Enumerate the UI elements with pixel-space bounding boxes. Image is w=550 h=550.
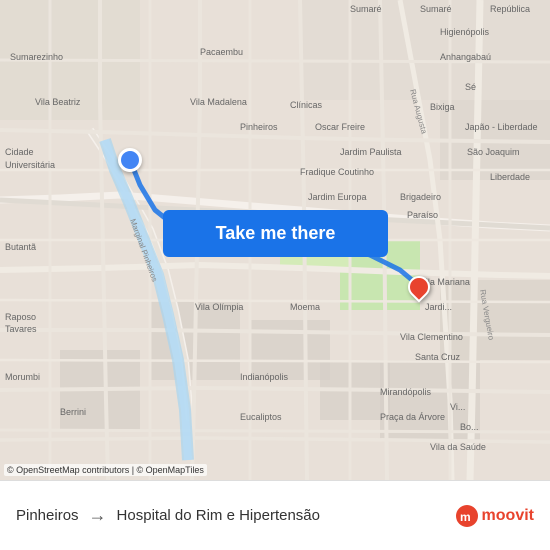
svg-text:Berrini: Berrini	[60, 407, 86, 417]
moovit-text: moovit	[482, 507, 534, 525]
svg-text:Butantã: Butantã	[5, 242, 36, 252]
svg-text:Higienópolis: Higienópolis	[440, 27, 490, 37]
svg-text:Praça da Árvore: Praça da Árvore	[380, 412, 445, 422]
svg-text:Brigadeiro: Brigadeiro	[400, 192, 441, 202]
svg-text:Vila Olímpia: Vila Olímpia	[195, 302, 243, 312]
svg-text:Bixiga: Bixiga	[430, 102, 455, 112]
svg-text:Pinheiros: Pinheiros	[240, 122, 278, 132]
map-attribution: © OpenStreetMap contributors | © OpenMap…	[4, 464, 207, 476]
svg-text:República: República	[490, 4, 530, 14]
svg-text:Raposo: Raposo	[5, 312, 36, 322]
svg-text:Jardim Europa: Jardim Europa	[308, 192, 367, 202]
bottom-bar: Pinheiros → Hospital do Rim e Hipertensã…	[0, 480, 550, 550]
map-container: Sumaré Sumaré Higienópolis República Sum…	[0, 0, 550, 480]
route-to-label: Hospital do Rim e Hipertensão	[117, 507, 456, 524]
route-arrow-icon: →	[89, 505, 107, 526]
take-me-there-button[interactable]: Take me there	[163, 210, 388, 257]
moovit-brand: m moovit	[456, 505, 534, 527]
svg-text:Anhangabaú: Anhangabaú	[440, 52, 491, 62]
svg-text:Mirandópolis: Mirandópolis	[380, 387, 432, 397]
svg-text:Vila Beatriz: Vila Beatriz	[35, 97, 81, 107]
svg-text:Liberdade: Liberdade	[490, 172, 530, 182]
svg-text:Eucaliptos: Eucaliptos	[240, 412, 282, 422]
svg-text:Jardim Paulista: Jardim Paulista	[340, 147, 402, 157]
svg-text:Vila Clementino: Vila Clementino	[400, 332, 463, 342]
svg-text:Japão - Liberdade: Japão - Liberdade	[465, 122, 538, 132]
svg-text:Oscar Freire: Oscar Freire	[315, 122, 365, 132]
destination-pin	[408, 276, 432, 308]
svg-text:Fradique Coutinho: Fradique Coutinho	[300, 167, 374, 177]
svg-text:Vila Madalena: Vila Madalena	[190, 97, 247, 107]
svg-text:Paraíso: Paraíso	[407, 210, 438, 220]
svg-text:m: m	[460, 510, 471, 524]
svg-text:Universitária: Universitária	[5, 160, 55, 170]
svg-text:São Joaquim: São Joaquim	[467, 147, 520, 157]
svg-text:Sé: Sé	[465, 82, 476, 92]
svg-text:Morumbi: Morumbi	[5, 372, 40, 382]
svg-text:Moema: Moema	[290, 302, 320, 312]
svg-text:Vi...: Vi...	[450, 402, 465, 412]
svg-text:Tavares: Tavares	[5, 324, 37, 334]
svg-text:Pacaembu: Pacaembu	[200, 47, 243, 57]
svg-text:Cidade: Cidade	[5, 147, 34, 157]
svg-text:Sumaré: Sumaré	[420, 4, 452, 14]
svg-text:Sumarezinho: Sumarezinho	[10, 52, 63, 62]
svg-text:Indianópolis: Indianópolis	[240, 372, 289, 382]
moovit-logo-icon: m	[456, 505, 478, 527]
svg-text:Bo...: Bo...	[460, 422, 479, 432]
svg-text:Vila da Saúde: Vila da Saúde	[430, 442, 486, 452]
svg-text:Sumaré: Sumaré	[350, 4, 382, 14]
svg-text:Santa Cruz: Santa Cruz	[415, 352, 461, 362]
route-from-label: Pinheiros	[16, 507, 79, 524]
origin-pin	[118, 148, 142, 172]
svg-text:Clínicas: Clínicas	[290, 100, 323, 110]
